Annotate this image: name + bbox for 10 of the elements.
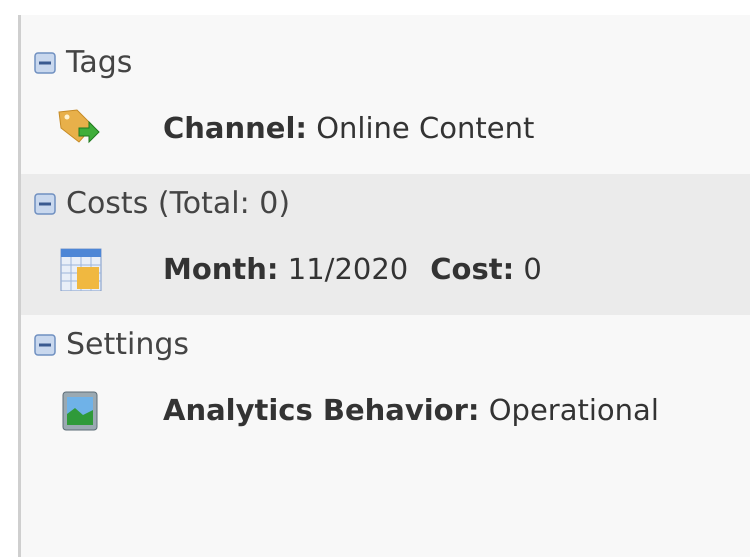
property-text: Month: 11/2020 [163, 252, 408, 286]
collapse-icon[interactable] [34, 52, 56, 74]
property-text: Analytics Behavior: Operational [163, 393, 659, 427]
section-title: Tags [66, 45, 132, 80]
collapse-icon[interactable] [34, 192, 56, 214]
collapse-icon[interactable] [34, 334, 56, 356]
section-title: Settings [66, 327, 190, 362]
property-text: Cost: 0 [430, 252, 542, 286]
section-title: Costs (Total: 0) [66, 186, 290, 221]
property-text: Channel: Online Content [163, 111, 534, 145]
